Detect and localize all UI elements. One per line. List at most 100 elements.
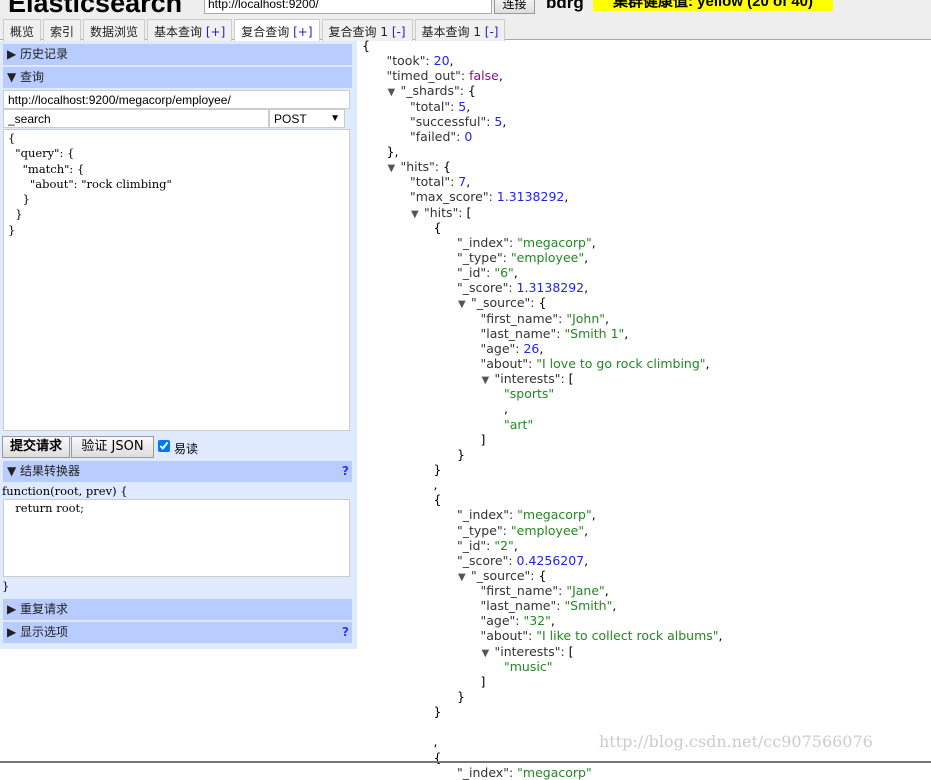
json-key: "age":	[480, 340, 524, 356]
json-punct: ,	[591, 507, 596, 523]
json-line: "_score": 1.3138292,	[362, 280, 723, 295]
query-body-editor[interactable]: { "query": { "match": { "about": "rock c…	[3, 129, 350, 431]
json-value: 1.3138292	[496, 189, 565, 205]
json-line: ]	[362, 432, 723, 447]
display-options-section-header[interactable]: ▶ 显示选项?	[3, 622, 352, 643]
app-logo: Elasticsearch	[8, 0, 183, 18]
json-line[interactable]: ▼ "_source": {	[362, 295, 723, 310]
json-punct: ,	[564, 189, 569, 205]
json-line[interactable]: ▼ "hits": [	[362, 205, 723, 220]
json-bracket: ,	[433, 734, 438, 750]
json-punct: ,	[584, 552, 589, 568]
json-line: }	[362, 447, 723, 462]
tab-toggle[interactable]: [+]	[206, 25, 225, 39]
server-url-input[interactable]	[204, 0, 492, 14]
collapse-triangle-icon[interactable]: ▼	[458, 297, 471, 312]
collapse-triangle-icon[interactable]: ▼	[482, 373, 495, 388]
collapse-triangle-icon[interactable]: ▼	[458, 570, 471, 585]
json-value: "John"	[566, 310, 606, 326]
json-line: ,	[362, 401, 723, 416]
display-options-label: ▶ 显示选项	[7, 625, 69, 639]
transformer-function-head: function(root, prev) {	[2, 484, 128, 498]
tab-toggle[interactable]: [-]	[485, 25, 499, 39]
json-line: "_id": "6",	[362, 265, 723, 280]
json-bracket: {	[467, 83, 476, 99]
history-section-header[interactable]: ▶ 历史记录	[3, 44, 352, 65]
json-result-view: {"took": 20, "timed_out": false, ▼ "_shards…	[362, 38, 723, 780]
json-bracket: ]	[480, 673, 486, 689]
json-punct: ,	[513, 537, 518, 553]
cluster-health-badge: 集群健康值: yellow (20 of 40)	[593, 0, 833, 11]
json-bracket: [	[568, 643, 574, 659]
json-value: "Smith 1"	[564, 325, 625, 341]
json-punct: ,	[584, 280, 589, 296]
dropdown-arrow-icon: ▼	[330, 113, 340, 124]
json-value: 20	[433, 53, 450, 69]
method-select[interactable]: POST ▼	[269, 109, 345, 128]
json-punct: ,	[550, 613, 555, 629]
query-section-header[interactable]: ▼ 查询	[3, 67, 352, 88]
tab-toggle[interactable]: [+]	[293, 25, 312, 39]
tab-4[interactable]: 复合查询 [+]	[234, 19, 320, 42]
json-bracket: [	[568, 371, 574, 387]
help-icon[interactable]: ?	[342, 461, 349, 482]
repeat-request-section-header[interactable]: ▶ 重复请求	[3, 599, 352, 620]
json-punct: ,	[591, 234, 596, 250]
collapse-triangle-icon[interactable]: ▼	[482, 646, 495, 661]
tab-0[interactable]: 概览	[3, 19, 42, 41]
json-line[interactable]: ▼ "interests": [	[362, 371, 723, 386]
pretty-checkbox[interactable]	[158, 440, 170, 452]
json-bracket: ]	[480, 431, 486, 447]
json-value: "Jane"	[566, 583, 605, 599]
json-key: "timed_out":	[386, 68, 470, 84]
tab-label: 基本查询 1	[421, 25, 485, 39]
json-line: ]	[362, 674, 723, 689]
json-key: "_id":	[457, 537, 495, 553]
json-line[interactable]: ▼ "interests": [	[362, 644, 723, 659]
json-value: "megacorp"	[517, 507, 592, 523]
tab-toggle[interactable]: [-]	[392, 25, 406, 39]
cluster-name: bdrg	[546, 0, 584, 12]
json-key: "_score":	[457, 280, 517, 296]
collapse-triangle-icon[interactable]: ▼	[388, 161, 401, 176]
json-line: "art"	[362, 417, 723, 432]
transformer-editor[interactable]: return root;	[3, 499, 350, 577]
json-bracket: ,	[433, 477, 438, 493]
json-bracket: {	[433, 492, 442, 508]
tab-label: 索引	[50, 25, 75, 39]
json-bracket: },	[386, 143, 399, 159]
collapse-triangle-icon[interactable]: ▼	[411, 207, 424, 222]
query-path-input[interactable]	[3, 109, 269, 128]
method-value: POST	[274, 112, 307, 126]
tab-3[interactable]: 基本查询 [+]	[147, 19, 233, 41]
json-line: "sports"	[362, 386, 723, 401]
json-value: false	[469, 68, 499, 84]
json-line: }	[362, 462, 723, 477]
help-icon[interactable]: ?	[342, 622, 349, 643]
json-bracket: }	[433, 704, 442, 720]
json-key: "first_name":	[480, 583, 567, 599]
tab-label: 数据浏览	[90, 25, 139, 39]
json-key: "hits":	[400, 159, 443, 175]
tab-2[interactable]: 数据浏览	[83, 19, 146, 41]
tab-1[interactable]: 索引	[43, 19, 82, 41]
json-key: "_shards":	[400, 83, 468, 99]
connect-button[interactable]: 连接	[494, 0, 535, 14]
json-value: "Smith"	[564, 598, 613, 614]
collapse-triangle-icon[interactable]: ▼	[388, 85, 401, 100]
transformer-section-header[interactable]: ▼ 结果转换器?	[3, 461, 352, 482]
json-punct: ,	[604, 583, 609, 599]
json-key: "total":	[410, 174, 459, 190]
json-value: "employee"	[510, 522, 585, 538]
json-line[interactable]: ▼ "_source": {	[362, 568, 723, 583]
json-line: "about": "I love to go rock climbing",	[362, 356, 723, 371]
json-punct: ,	[584, 522, 589, 538]
json-line[interactable]: ▼ "hits": {	[362, 159, 723, 174]
json-line: "max_score": 1.3138292,	[362, 189, 723, 204]
submit-request-button[interactable]: 提交请求	[2, 436, 70, 458]
json-line[interactable]: ▼ "_shards": {	[362, 83, 723, 98]
json-punct: ,	[612, 598, 617, 614]
validate-json-button[interactable]: 验证 JSON	[71, 436, 154, 458]
json-line: "failed": 0	[362, 129, 723, 144]
query-url-input[interactable]	[3, 90, 350, 109]
